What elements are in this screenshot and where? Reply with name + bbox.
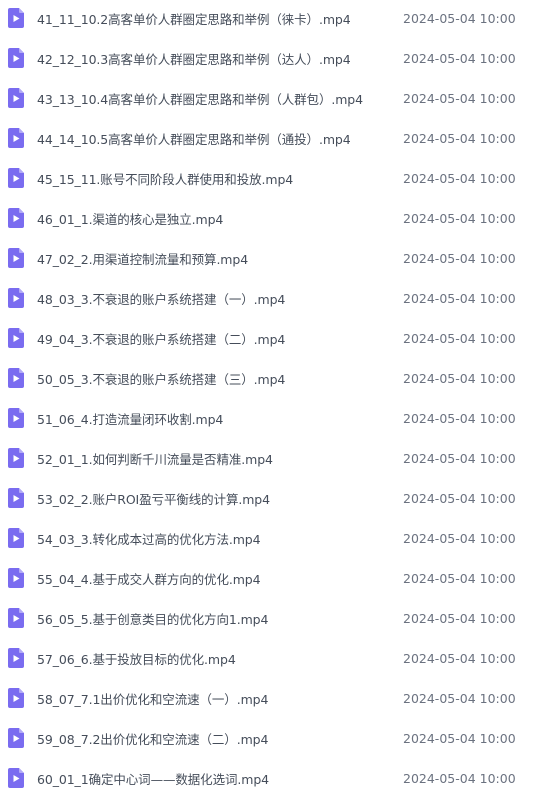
file-name: 56_05_5.基于创意类目的优化方向1.mp4 bbox=[37, 611, 269, 627]
modified-time: 2024-05-04 10:00 bbox=[403, 10, 516, 26]
modified-time: 2024-05-04 10:00 bbox=[403, 370, 516, 386]
modified-time: 2024-05-04 10:00 bbox=[403, 450, 516, 466]
modified-time: 2024-05-04 10:00 bbox=[403, 530, 516, 546]
file-row[interactable]: 42_12_10.3高客单价人群圈定思路和举例（达人）.mp4 2024-05-0… bbox=[0, 38, 550, 78]
file-name: 45_15_11.账号不同阶段人群使用和投放.mp4 bbox=[37, 171, 294, 187]
modified-time: 2024-05-04 10:00 bbox=[403, 330, 516, 346]
modified-time: 2024-05-04 10:00 bbox=[403, 170, 516, 186]
file-name: 46_01_1.渠道的核心是独立.mp4 bbox=[37, 211, 224, 227]
video-file-icon bbox=[8, 688, 24, 708]
file-row[interactable]: 48_03_3.不衰退的账户系统搭建（一）.mp4 2024-05-04 10:0… bbox=[0, 278, 550, 318]
modified-time: 2024-05-04 10:00 bbox=[403, 650, 516, 666]
file-row[interactable]: 46_01_1.渠道的核心是独立.mp4 2024-05-04 10:00 bbox=[0, 198, 550, 238]
video-file-icon bbox=[8, 448, 24, 468]
modified-time: 2024-05-04 10:00 bbox=[403, 210, 516, 226]
file-row[interactable]: 57_06_6.基于投放目标的优化.mp4 2024-05-04 10:00 bbox=[0, 638, 550, 678]
file-name: 42_12_10.3高客单价人群圈定思路和举例（达人）.mp4 bbox=[37, 51, 351, 67]
modified-time: 2024-05-04 10:00 bbox=[403, 770, 516, 786]
video-file-icon bbox=[8, 8, 24, 28]
file-row[interactable]: 56_05_5.基于创意类目的优化方向1.mp4 2024-05-04 10:00 bbox=[0, 598, 550, 638]
video-file-icon bbox=[8, 488, 24, 508]
video-file-icon bbox=[8, 768, 24, 788]
file-name: 52_01_1.如何判断千川流量是否精准.mp4 bbox=[37, 451, 273, 467]
file-row[interactable]: 45_15_11.账号不同阶段人群使用和投放.mp4 2024-05-04 10:… bbox=[0, 158, 550, 198]
video-file-icon bbox=[8, 328, 24, 348]
modified-time: 2024-05-04 10:00 bbox=[403, 690, 516, 706]
file-name: 41_11_10.2高客单价人群圈定思路和举例（徕卡）.mp4 bbox=[37, 11, 351, 27]
file-row[interactable]: 44_14_10.5高客单价人群圈定思路和举例（通投）.mp4 2024-05-0… bbox=[0, 118, 550, 158]
video-file-icon bbox=[8, 408, 24, 428]
file-name: 47_02_2.用渠道控制流量和预算.mp4 bbox=[37, 251, 249, 267]
video-file-icon bbox=[8, 88, 24, 108]
file-name: 60_01_1确定中心词——数据化选词.mp4 bbox=[37, 771, 270, 787]
file-name: 49_04_3.不衰退的账户系统搭建（二）.mp4 bbox=[37, 331, 286, 347]
modified-time: 2024-05-04 10:00 bbox=[403, 610, 516, 626]
video-file-icon bbox=[8, 128, 24, 148]
file-name: 51_06_4.打造流量闭环收割.mp4 bbox=[37, 411, 224, 427]
modified-time: 2024-05-04 10:00 bbox=[403, 250, 516, 266]
video-file-icon bbox=[8, 728, 24, 748]
modified-time: 2024-05-04 10:00 bbox=[403, 290, 516, 306]
file-name: 48_03_3.不衰退的账户系统搭建（一）.mp4 bbox=[37, 291, 286, 307]
file-name: 55_04_4.基于成交人群方向的优化.mp4 bbox=[37, 571, 261, 587]
file-row[interactable]: 41_11_10.2高客单价人群圈定思路和举例（徕卡）.mp4 2024-05-0… bbox=[0, 0, 550, 38]
file-row[interactable]: 51_06_4.打造流量闭环收割.mp4 2024-05-04 10:00 bbox=[0, 398, 550, 438]
video-file-icon bbox=[8, 568, 24, 588]
file-row[interactable]: 59_08_7.2出价优化和空流速（二）.mp4 2024-05-04 10:00 bbox=[0, 718, 550, 758]
file-name: 59_08_7.2出价优化和空流速（二）.mp4 bbox=[37, 731, 269, 747]
video-file-icon bbox=[8, 528, 24, 548]
video-file-icon bbox=[8, 288, 24, 308]
video-file-icon bbox=[8, 168, 24, 188]
video-file-icon bbox=[8, 208, 24, 228]
file-name: 44_14_10.5高客单价人群圈定思路和举例（通投）.mp4 bbox=[37, 131, 351, 147]
file-row[interactable]: 60_01_1确定中心词——数据化选词.mp4 2024-05-04 10:00 bbox=[0, 758, 550, 798]
file-row[interactable]: 55_04_4.基于成交人群方向的优化.mp4 2024-05-04 10:00 bbox=[0, 558, 550, 598]
file-row[interactable]: 49_04_3.不衰退的账户系统搭建（二）.mp4 2024-05-04 10:0… bbox=[0, 318, 550, 358]
modified-time: 2024-05-04 10:00 bbox=[403, 490, 516, 506]
file-name: 57_06_6.基于投放目标的优化.mp4 bbox=[37, 651, 236, 667]
video-file-icon bbox=[8, 648, 24, 668]
modified-time: 2024-05-04 10:00 bbox=[403, 570, 516, 586]
modified-time: 2024-05-04 10:00 bbox=[403, 410, 516, 426]
file-row[interactable]: 43_13_10.4高客单价人群圈定思路和举例（人群包）.mp4 2024-05-… bbox=[0, 78, 550, 118]
file-row[interactable]: 50_05_3.不衰退的账户系统搭建（三）.mp4 2024-05-04 10:0… bbox=[0, 358, 550, 398]
file-name: 58_07_7.1出价优化和空流速（一）.mp4 bbox=[37, 691, 269, 707]
file-row[interactable]: 52_01_1.如何判断千川流量是否精准.mp4 2024-05-04 10:00 bbox=[0, 438, 550, 478]
file-row[interactable]: 54_03_3.转化成本过高的优化方法.mp4 2024-05-04 10:00 bbox=[0, 518, 550, 558]
video-file-icon bbox=[8, 608, 24, 628]
file-row[interactable]: 47_02_2.用渠道控制流量和预算.mp4 2024-05-04 10:00 bbox=[0, 238, 550, 278]
file-name: 43_13_10.4高客单价人群圈定思路和举例（人群包）.mp4 bbox=[37, 91, 363, 107]
modified-time: 2024-05-04 10:00 bbox=[403, 130, 516, 146]
file-row[interactable]: 58_07_7.1出价优化和空流速（一）.mp4 2024-05-04 10:00 bbox=[0, 678, 550, 718]
file-name: 54_03_3.转化成本过高的优化方法.mp4 bbox=[37, 531, 261, 547]
video-file-icon bbox=[8, 368, 24, 388]
modified-time: 2024-05-04 10:00 bbox=[403, 90, 516, 106]
file-list: 41_11_10.2高客单价人群圈定思路和举例（徕卡）.mp4 2024-05-0… bbox=[0, 0, 550, 788]
video-file-icon bbox=[8, 48, 24, 68]
file-row[interactable]: 53_02_2.账户ROI盈亏平衡线的计算.mp4 2024-05-04 10:0… bbox=[0, 478, 550, 518]
video-file-icon bbox=[8, 248, 24, 268]
file-name: 50_05_3.不衰退的账户系统搭建（三）.mp4 bbox=[37, 371, 286, 387]
modified-time: 2024-05-04 10:00 bbox=[403, 50, 516, 66]
file-name: 53_02_2.账户ROI盈亏平衡线的计算.mp4 bbox=[37, 491, 270, 507]
modified-time: 2024-05-04 10:00 bbox=[403, 730, 516, 746]
